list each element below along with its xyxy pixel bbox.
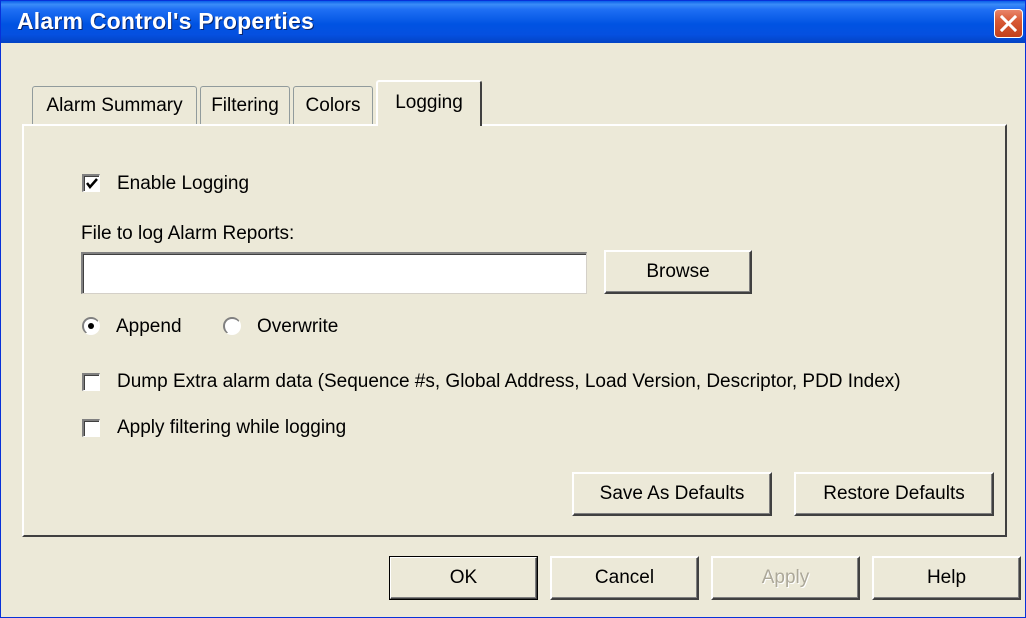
restore-defaults-button[interactable]: Restore Defaults bbox=[794, 472, 994, 516]
save-as-defaults-label: Save As Defaults bbox=[599, 483, 745, 504]
title-bar[interactable]: Alarm Control's Properties bbox=[1, 1, 1025, 43]
tab-label: Colors bbox=[305, 95, 361, 116]
overwrite-radio[interactable] bbox=[223, 317, 241, 335]
tab-label: Logging bbox=[395, 92, 463, 113]
append-radio[interactable] bbox=[82, 317, 100, 335]
enable-logging-checkbox[interactable] bbox=[82, 174, 100, 192]
tab-logging[interactable]: Logging bbox=[376, 80, 482, 126]
help-label: Help bbox=[926, 567, 967, 588]
checkmark-icon bbox=[86, 178, 98, 189]
dump-extra-label[interactable]: Dump Extra alarm data (Sequence #s, Glob… bbox=[117, 371, 901, 393]
apply-filtering-label[interactable]: Apply filtering while logging bbox=[117, 417, 346, 439]
file-to-log-label: File to log Alarm Reports: bbox=[81, 223, 295, 244]
tab-label: Filtering bbox=[211, 95, 279, 116]
enable-logging-label[interactable]: Enable Logging bbox=[117, 173, 249, 195]
properties-dialog: Alarm Control's Properties Alarm Summary… bbox=[0, 0, 1026, 618]
apply-label: Apply bbox=[761, 567, 810, 588]
log-file-input[interactable] bbox=[81, 252, 587, 294]
tab-filtering[interactable]: Filtering bbox=[200, 86, 290, 124]
help-button[interactable]: Help bbox=[872, 556, 1021, 600]
close-button[interactable] bbox=[994, 9, 1023, 38]
overwrite-label[interactable]: Overwrite bbox=[257, 316, 338, 338]
tab-alarm-summary[interactable]: Alarm Summary bbox=[32, 86, 197, 124]
cancel-label: Cancel bbox=[594, 567, 655, 588]
append-label[interactable]: Append bbox=[116, 316, 182, 338]
browse-button[interactable]: Browse bbox=[604, 250, 752, 294]
browse-label: Browse bbox=[646, 261, 710, 282]
ok-label: OK bbox=[449, 567, 478, 588]
cancel-button[interactable]: Cancel bbox=[550, 556, 699, 600]
tab-label: Alarm Summary bbox=[46, 95, 183, 116]
restore-defaults-label: Restore Defaults bbox=[823, 483, 965, 504]
apply-button[interactable]: Apply bbox=[711, 556, 860, 600]
tab-colors[interactable]: Colors bbox=[293, 86, 373, 124]
window-title: Alarm Control's Properties bbox=[17, 8, 314, 34]
save-as-defaults-button[interactable]: Save As Defaults bbox=[572, 472, 772, 516]
radio-selected-dot bbox=[88, 323, 94, 329]
apply-filtering-checkbox[interactable] bbox=[82, 419, 100, 437]
ok-button[interactable]: OK bbox=[389, 556, 538, 600]
dump-extra-checkbox[interactable] bbox=[82, 373, 100, 391]
close-icon bbox=[1000, 15, 1017, 32]
